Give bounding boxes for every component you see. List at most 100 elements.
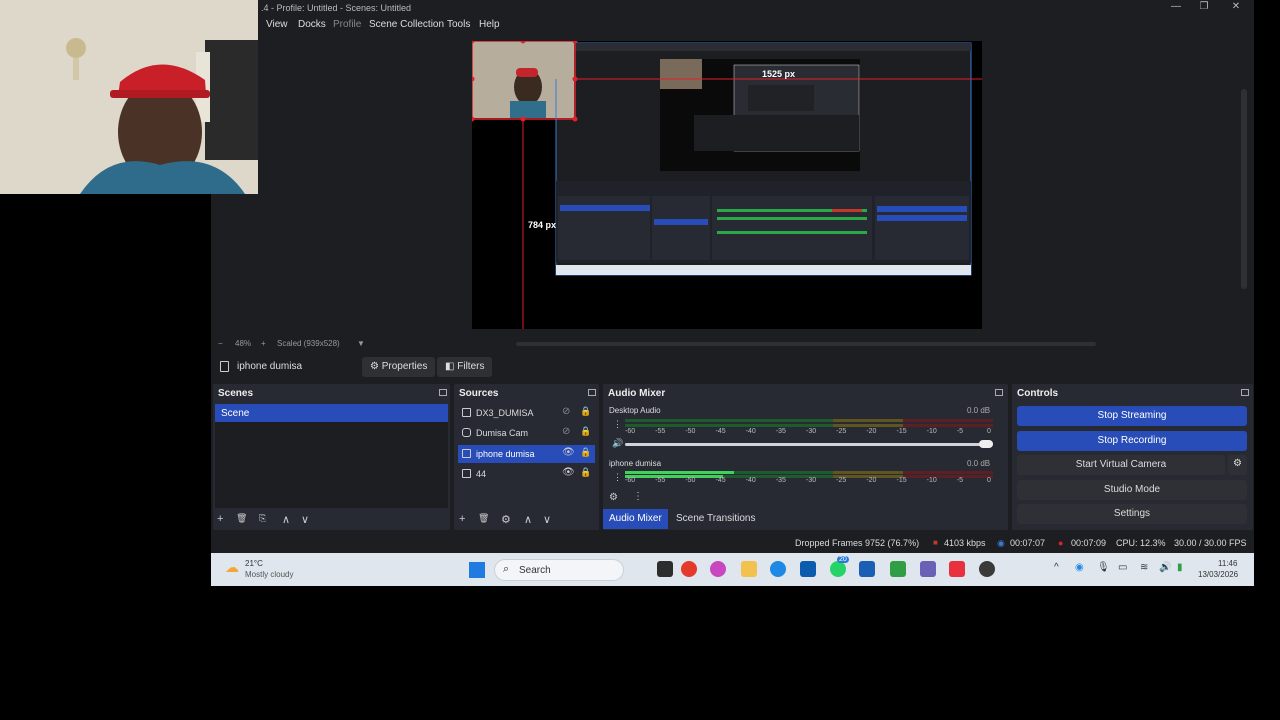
- hidden-eye-icon[interactable]: ⊘: [562, 406, 570, 417]
- meter-scale-label: -55: [655, 477, 666, 484]
- stop-streaming-button[interactable]: Stop Streaming: [1017, 406, 1247, 426]
- clock-time[interactable]: 11:46: [1218, 559, 1237, 568]
- meter-scale-label: -45: [715, 477, 726, 484]
- preview-vertical-scrollbar[interactable]: [1241, 89, 1247, 289]
- volume-icon[interactable]: 🔊: [612, 438, 623, 449]
- sheets-icon[interactable]: [890, 561, 906, 577]
- menu-scene-collection[interactable]: Scene Collection: [369, 19, 444, 30]
- remove-scene-button[interactable]: 🗑: [236, 513, 247, 524]
- virtual-camera-settings-gear-icon[interactable]: ⚙: [1228, 455, 1247, 475]
- move-source-down-button[interactable]: ∨: [543, 513, 551, 526]
- webcam-person-image: [0, 0, 258, 194]
- task-view-icon[interactable]: [657, 561, 673, 577]
- battery-icon[interactable]: ▮: [1177, 562, 1183, 573]
- preview-canvas[interactable]: 1525 px 784 px: [469, 38, 982, 329]
- scene-filters-button[interactable]: ⎘: [259, 513, 266, 524]
- preview-area[interactable]: 1525 px 784 px: [211, 34, 1254, 346]
- restore-button[interactable]: ❐: [1189, 1, 1219, 15]
- source-label: 44: [476, 469, 487, 479]
- chrome-icon[interactable]: [681, 561, 697, 577]
- lock-icon[interactable]: 🔒: [580, 467, 591, 478]
- channel-menu-icon[interactable]: ⋮: [613, 472, 622, 483]
- hidden-eye-icon[interactable]: ⊘: [562, 426, 570, 437]
- copilot-icon[interactable]: [710, 561, 726, 577]
- advanced-audio-icon[interactable]: ⚙: [609, 492, 618, 503]
- meter-scale-label: -60: [625, 477, 636, 484]
- scene-item[interactable]: Scene: [215, 404, 448, 422]
- settings-button[interactable]: Settings: [1017, 504, 1247, 524]
- dock-popout-icon[interactable]: [588, 389, 596, 396]
- source-item[interactable]: 44 👁 🔒: [458, 465, 595, 483]
- stop-recording-button[interactable]: Stop Recording: [1017, 431, 1247, 451]
- channel-name: Desktop Audio: [609, 406, 661, 415]
- meter-scale-label: 0: [987, 428, 991, 435]
- dock-popout-icon[interactable]: [1241, 389, 1249, 396]
- window-capture-icon: [462, 469, 471, 478]
- menu-view[interactable]: View: [266, 19, 288, 30]
- edge-icon[interactable]: [770, 561, 786, 577]
- tab-scene-transitions[interactable]: Scene Transitions: [670, 509, 762, 529]
- lock-icon[interactable]: 🔒: [580, 426, 591, 437]
- meter-level: [625, 475, 723, 478]
- microphone-icon[interactable]: 🎙: [1097, 562, 1110, 573]
- weather-temp[interactable]: 21°C: [245, 559, 263, 568]
- clock-date[interactable]: 13/03/2026: [1198, 570, 1238, 579]
- source-properties-button[interactable]: ⚙: [501, 513, 511, 526]
- move-scene-down-button[interactable]: ∨: [301, 513, 309, 526]
- source-item[interactable]: DX3_DUMISA ⊘ 🔒: [458, 404, 595, 422]
- move-scene-up-button[interactable]: ∧: [282, 513, 290, 526]
- windows-start-icon[interactable]: [469, 562, 485, 578]
- source-item[interactable]: iphone dumisa 👁 🔒: [458, 445, 595, 463]
- gear-icon: ⚙: [370, 361, 382, 372]
- chevron-up-icon[interactable]: ^: [1054, 562, 1059, 573]
- remove-source-button[interactable]: 🗑: [478, 513, 489, 524]
- speaker-icon[interactable]: 🔊: [1159, 562, 1171, 573]
- volume-slider[interactable]: [625, 443, 993, 446]
- filters-button[interactable]: ◧ Filters: [437, 357, 493, 377]
- zoom-out-button[interactable]: −: [218, 339, 223, 348]
- add-scene-button[interactable]: +: [217, 513, 223, 525]
- file-explorer-icon[interactable]: [741, 561, 757, 577]
- move-source-up-button[interactable]: ∧: [524, 513, 532, 526]
- whatsapp-icon[interactable]: [830, 561, 846, 577]
- properties-button[interactable]: ⚙ Properties: [362, 357, 436, 377]
- zoom-in-button[interactable]: +: [261, 339, 266, 348]
- dock-popout-icon[interactable]: [995, 389, 1003, 396]
- start-virtual-camera-button[interactable]: Start Virtual Camera: [1017, 455, 1225, 475]
- wifi-icon[interactable]: ≋: [1140, 562, 1148, 573]
- menu-profile[interactable]: Profile: [333, 19, 361, 30]
- lock-icon[interactable]: 🔒: [580, 406, 591, 417]
- bitrate: 4103 kbps: [944, 538, 986, 548]
- mixer-menu-icon[interactable]: ⋮: [633, 491, 643, 502]
- tab-audio-mixer[interactable]: Audio Mixer: [603, 509, 668, 529]
- lock-icon[interactable]: 🔒: [580, 447, 591, 458]
- volume-slider-handle[interactable]: [979, 440, 993, 448]
- menu-help[interactable]: Help: [479, 19, 500, 30]
- studio-mode-button[interactable]: Studio Mode: [1017, 480, 1247, 500]
- close-button[interactable]: ✕: [1221, 1, 1251, 15]
- store-icon[interactable]: [800, 561, 816, 577]
- app-icon[interactable]: [920, 561, 936, 577]
- dropped-frames: Dropped Frames 9752 (76.7%): [795, 538, 920, 548]
- menu-docks[interactable]: Docks: [298, 19, 326, 30]
- taskbar-search[interactable]: ⌕ Search: [494, 559, 624, 581]
- dock-popout-icon[interactable]: [439, 389, 447, 396]
- add-source-button[interactable]: +: [459, 513, 465, 525]
- source-context-bar: iphone dumisa ⚙ Properties ◧ Filters: [211, 356, 1254, 378]
- channel-menu-icon[interactable]: ⋮: [613, 419, 622, 430]
- obs-icon[interactable]: [979, 561, 995, 577]
- guide-height-label: 784 px: [528, 220, 557, 230]
- tray-icon[interactable]: ◉: [1075, 562, 1084, 573]
- weather-desc[interactable]: Mostly cloudy: [245, 570, 293, 579]
- eye-icon[interactable]: 👁: [562, 447, 575, 458]
- menu-tools[interactable]: Tools: [447, 19, 470, 30]
- meter-level: [625, 471, 734, 474]
- weather-icon[interactable]: ☁: [225, 559, 239, 576]
- eye-icon[interactable]: 👁: [562, 467, 575, 478]
- zoom-dropdown-icon[interactable]: ▼: [357, 339, 365, 348]
- music-icon[interactable]: [949, 561, 965, 577]
- word-icon[interactable]: [859, 561, 875, 577]
- minimize-button[interactable]: —: [1161, 1, 1191, 15]
- source-item[interactable]: Dumisa Cam ⊘ 🔒: [458, 424, 595, 442]
- display-icon[interactable]: ▭: [1118, 562, 1127, 573]
